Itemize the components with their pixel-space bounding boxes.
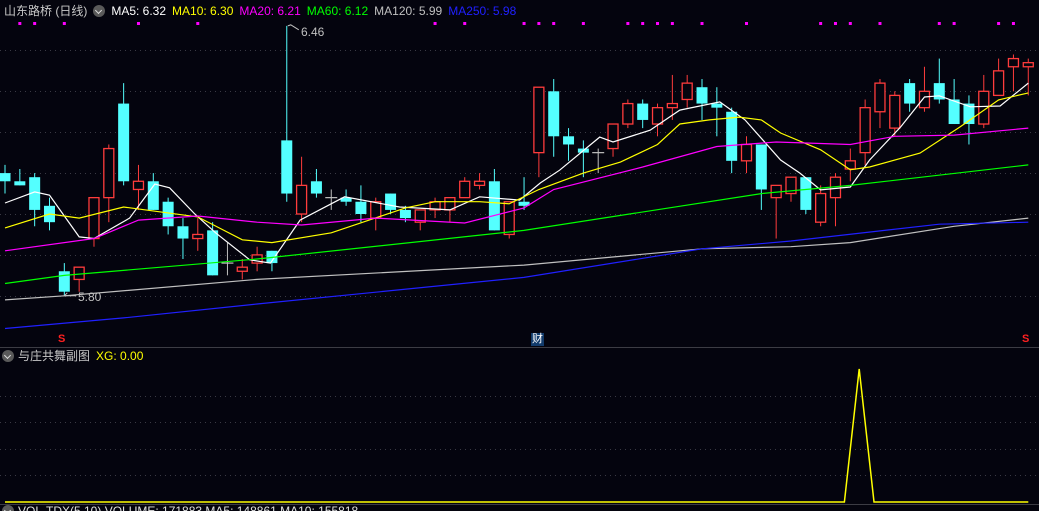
signal-dot (700, 22, 704, 25)
candle-body-down (58, 271, 70, 292)
candle-body-down (726, 111, 738, 161)
signal-dot (62, 22, 66, 25)
candle-body-down (563, 136, 575, 145)
volume-panel-header: VOL-TDX(5,10) VOLUME: 171883 MA5: 148861… (2, 504, 364, 511)
candle-body-down (637, 103, 649, 120)
ma20-label: MA20: 6.21 (239, 4, 301, 18)
signal-dot (656, 22, 660, 25)
signal-dot (581, 22, 585, 25)
candle-body-up (651, 107, 664, 125)
candle-body-down (399, 209, 411, 219)
signal-dot (522, 22, 526, 25)
candle-body-up (503, 201, 515, 236)
kline-chart[interactable] (0, 0, 1039, 511)
candle-body-up (459, 180, 471, 199)
signal-dot (1011, 22, 1015, 25)
candle-body-down (355, 201, 367, 214)
low-pointer (63, 292, 77, 297)
candle-body-down (281, 140, 293, 194)
candle-body-down (800, 177, 812, 210)
ma10-label: MA10: 6.30 (172, 4, 234, 18)
signal-dot (136, 22, 140, 25)
chart-header: 山东路桥 (日线) MA5: 6.32 MA10: 6.30 MA20: 6.2… (4, 3, 522, 19)
sub-panel-header: 与庄共舞副图 XG: 0.00 (2, 348, 149, 364)
signal-dot (878, 22, 882, 25)
candle-body-down (948, 99, 960, 125)
candle-body-up (740, 143, 753, 162)
candle-body-down (548, 91, 560, 137)
candle-body-up (473, 180, 486, 187)
volume-label: VOL-TDX(5,10) VOLUME: 171883 MA5: 148861… (18, 504, 359, 511)
candle-body-up (607, 123, 619, 150)
candle-body-down (0, 173, 11, 182)
candle-body-up (88, 196, 100, 240)
dropdown-chevron-icon[interactable] (2, 350, 14, 362)
candle-body-up (918, 90, 931, 109)
xg-line (5, 368, 1029, 503)
finance-mark[interactable]: 财 (531, 333, 544, 346)
xg-value: XG: 0.00 (96, 349, 144, 363)
candle-body-up (681, 82, 693, 101)
candle-body-down (696, 87, 708, 104)
signal-dot (952, 22, 956, 25)
candle-body-up (370, 201, 382, 219)
candle-body-up (132, 180, 145, 191)
candle-body-down (207, 230, 219, 276)
high-pointer (287, 24, 300, 31)
ma-line-ma10 (4, 92, 1029, 244)
candle-body-down (14, 181, 26, 186)
signal-dot (670, 22, 674, 25)
candle-body-up (666, 102, 678, 109)
signal-dot (641, 22, 645, 25)
ma60-label: MA60: 6.12 (306, 4, 369, 18)
candle-body-up (533, 86, 545, 154)
candle-body-up (622, 102, 634, 125)
signal-dot (463, 22, 467, 25)
candle-body-up (1022, 62, 1034, 68)
candle-body-up (236, 266, 248, 272)
candle-body-up (815, 192, 827, 223)
candle-body-down (118, 103, 130, 182)
signal-dot (537, 22, 541, 25)
signal-dot (745, 22, 748, 25)
candle-body-up (889, 94, 901, 129)
candle-body-up (859, 107, 871, 154)
signal-dot (997, 22, 1001, 25)
ma-line-ma120 (4, 217, 1029, 301)
ma5-label: MA5: 6.32 (111, 4, 167, 18)
signal-dot (937, 22, 941, 25)
s-mark: S (1022, 333, 1030, 345)
signal-dot (33, 22, 37, 25)
signal-dot (626, 22, 630, 25)
signal-dot (552, 22, 556, 25)
ma120-label: MA120: 5.99 (374, 4, 443, 18)
candle-body-up (103, 147, 115, 199)
signal-dot (433, 22, 437, 25)
stock-title: 山东路桥 (日线) (4, 4, 88, 18)
signal-dot (18, 22, 22, 25)
candle-body-up (192, 233, 204, 240)
candle-body-down (310, 181, 322, 194)
candle-body-up (992, 70, 1005, 97)
ma250-label: MA250: 5.98 (448, 4, 517, 18)
candle-body-down (904, 83, 916, 104)
dropdown-chevron-icon[interactable] (2, 505, 14, 511)
candle-body-down (755, 144, 767, 190)
s-mark: S (58, 333, 66, 345)
candle-body-up (1007, 57, 1020, 68)
dropdown-chevron-icon[interactable] (93, 5, 106, 17)
sub-panel-title: 与庄共舞副图 (18, 349, 91, 363)
high-price-label: 6.46 (301, 25, 325, 39)
signal-dot (848, 22, 852, 25)
candle-body-down (488, 181, 500, 231)
candle-body-down (177, 226, 189, 239)
low-price-label: 5.80 (78, 290, 102, 304)
signal-dot (196, 22, 200, 25)
candle-body-down (711, 103, 723, 108)
candle-body-up (295, 184, 308, 215)
signal-dot (819, 22, 823, 25)
signal-dot (833, 22, 837, 25)
candle-body-up (874, 82, 886, 113)
candle-body-down (385, 193, 397, 210)
